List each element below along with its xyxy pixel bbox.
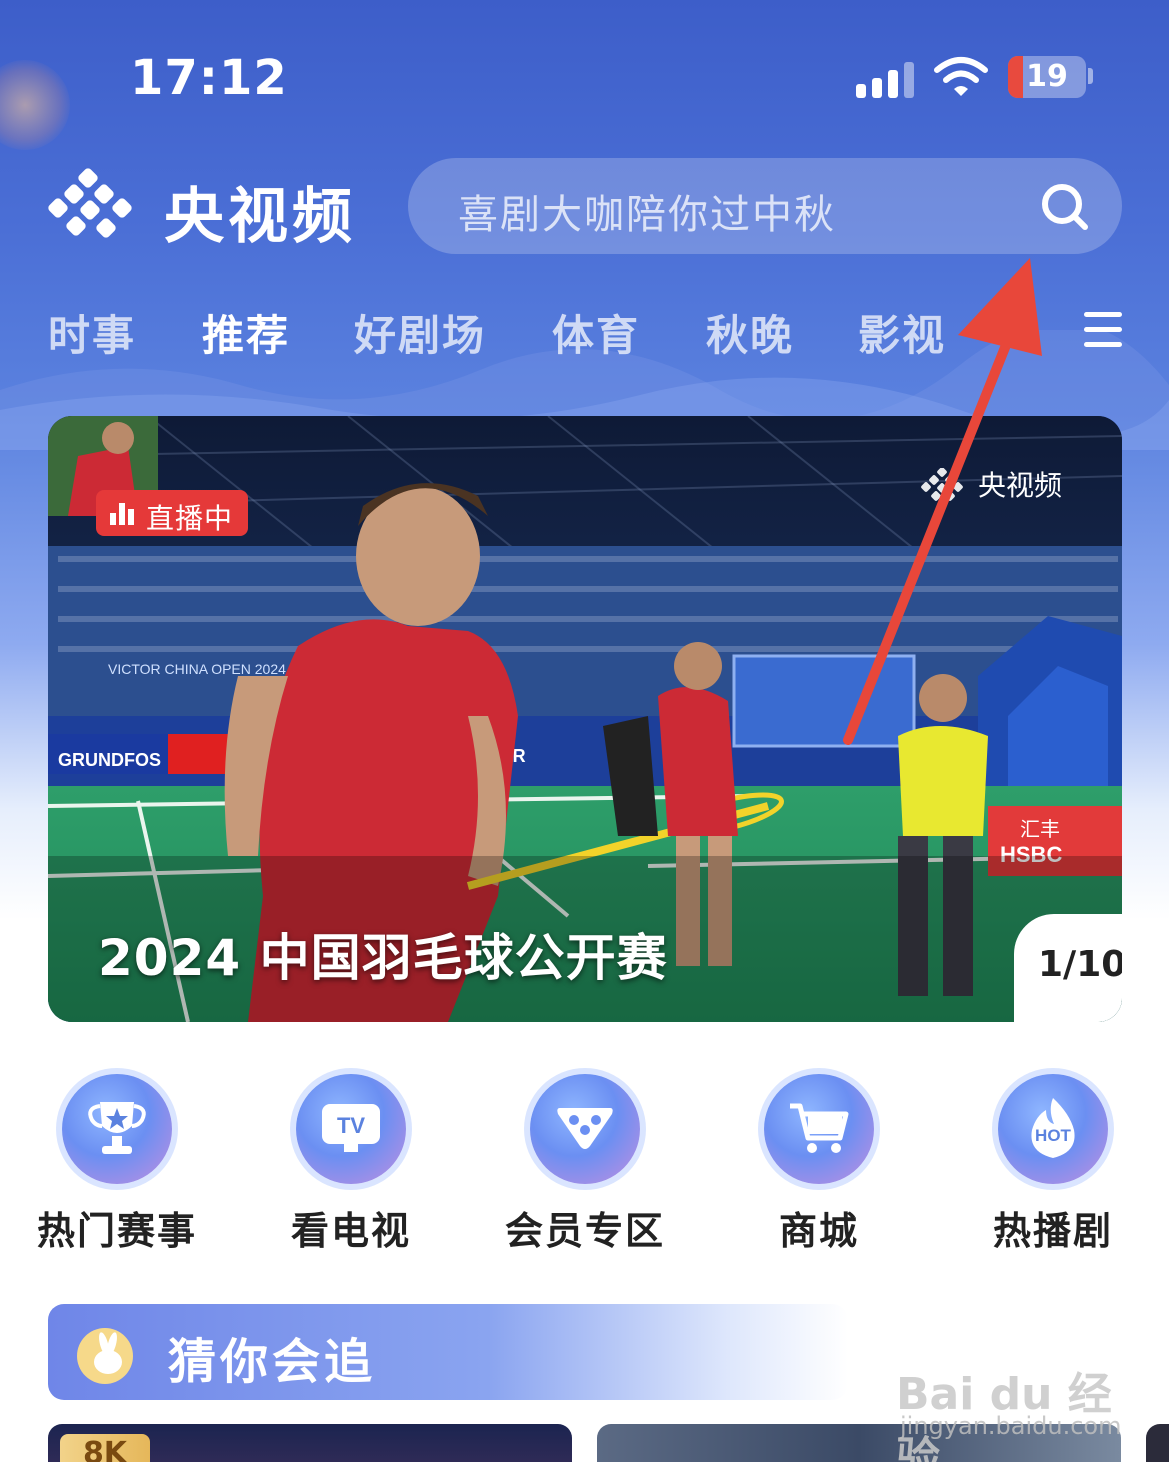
battery-tip (1088, 68, 1093, 84)
battery-icon: 19 (1008, 56, 1086, 98)
quick-link-mall[interactable]: 商城 (734, 1068, 904, 1258)
cart-icon (764, 1074, 874, 1184)
video-thumbnail-partial[interactable] (1146, 1424, 1169, 1462)
ad-hsbc-cn: 汇丰 (1020, 818, 1060, 841)
section-header-guess-you-like[interactable]: 猜你会追 (48, 1304, 848, 1400)
baidu-jingyan-watermark: Bai du 经验 jingyan.baidu.com (896, 1336, 1136, 1462)
tab-film-tv[interactable]: 影视 (858, 302, 946, 363)
watermark-url: jingyan.baidu.com (900, 1412, 1122, 1440)
vip-icon (530, 1074, 640, 1184)
live-bars-icon (110, 501, 136, 525)
tv-icon-text: TV (337, 1113, 365, 1138)
menu-icon[interactable] (1084, 310, 1124, 350)
category-tabs: 时事 推荐 好剧场 体育 秋晚 影视 (0, 302, 1169, 372)
live-badge: 直播中 (96, 490, 248, 536)
ad-victor-open: VICTOR CHINA OPEN 2024 (108, 661, 286, 677)
8k-badge: 8K (60, 1434, 150, 1462)
quick-link-label: 商城 (778, 1209, 859, 1253)
tab-autumn-gala[interactable]: 秋晚 (706, 302, 794, 363)
banner-page-indicator: 1/10 (1014, 914, 1122, 1022)
search-bar[interactable]: 喜剧大咖陪你过中秋 (408, 158, 1122, 254)
app-brand-name: 央视频 (164, 182, 356, 252)
watermark-text: 央视频 (978, 469, 1063, 502)
watermark-brand: Bai du 经验 (896, 1369, 1112, 1462)
featured-banner[interactable]: GRUNDFOS VICTOR VICTOR CHINA OPEN 2024 汇… (48, 416, 1122, 1022)
quick-link-hot-events[interactable]: 热门赛事 (32, 1068, 202, 1258)
video-thumbnail[interactable]: 8K (48, 1424, 572, 1462)
hot-icon: HOT (998, 1074, 1108, 1184)
watermark-logo-icon (921, 468, 963, 501)
search-icon[interactable] (1038, 180, 1092, 234)
section-title: 猜你会追 (168, 1334, 377, 1390)
hot-icon-text: HOT (1035, 1126, 1072, 1145)
live-badge-label: 直播中 (146, 502, 234, 535)
tab-sports[interactable]: 体育 (552, 302, 640, 363)
ad-grundfos: GRUNDFOS (58, 750, 161, 770)
status-time: 17:12 (130, 50, 288, 106)
cctv-video-logo-icon[interactable] (46, 168, 141, 243)
trophy-icon (62, 1074, 172, 1184)
tab-drama[interactable]: 好剧场 (354, 302, 486, 363)
moon-rabbit-icon (77, 1328, 133, 1384)
banner-title: 2024 中国羽毛球公开赛 (98, 929, 668, 987)
wifi-icon (934, 57, 988, 96)
tab-recommended[interactable]: 推荐 (202, 302, 290, 363)
quick-link-label: 热播剧 (992, 1209, 1113, 1253)
tab-current-affairs[interactable]: 时事 (48, 302, 136, 363)
quick-link-label: 热门赛事 (36, 1209, 197, 1253)
quick-link-vip-zone[interactable]: 会员专区 (500, 1068, 670, 1258)
search-placeholder: 喜剧大咖陪你过中秋 (458, 192, 836, 238)
quick-link-label: 会员专区 (504, 1209, 665, 1253)
battery-level: 19 (1026, 59, 1068, 94)
quick-link-hot-dramas[interactable]: HOT 热播剧 (968, 1068, 1138, 1258)
quick-link-label: 看电视 (290, 1209, 411, 1253)
cellular-signal-icon (856, 58, 916, 98)
page-indicator-text: 1/10 (1038, 944, 1122, 985)
quick-link-watch-tv[interactable]: TV 看电视 (266, 1068, 436, 1258)
tv-icon: TV (296, 1074, 406, 1184)
status-bar: 17:12 19 (0, 0, 1169, 150)
